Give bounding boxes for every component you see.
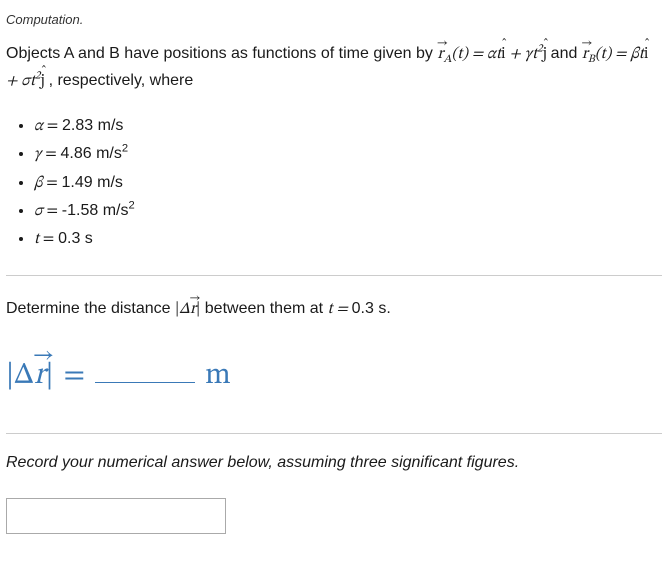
delta-r-abs: |Δr| bbox=[175, 301, 200, 317]
param-beta: β = 1.49 m/s bbox=[34, 169, 662, 197]
t-val: 0.3 s. bbox=[352, 300, 391, 317]
section-label: Computation. bbox=[6, 12, 662, 27]
answer-input[interactable] bbox=[6, 498, 226, 534]
eq-rA: rA(t) = αti + γt2j bbox=[437, 46, 550, 62]
instruction: Record your numerical answer below, assu… bbox=[6, 454, 662, 472]
answer-unit: m bbox=[205, 357, 231, 395]
text: between them at bbox=[205, 300, 328, 317]
parameter-list: α = 2.83 m/s γ = 4.86 m/s2 β = 1.49 m/s … bbox=[6, 112, 662, 253]
text: Determine the distance bbox=[6, 300, 175, 317]
question: Determine the distance |Δr| between them… bbox=[6, 296, 662, 323]
t-eq: t = bbox=[328, 301, 352, 317]
param-gamma: γ = 4.86 m/s2 bbox=[34, 140, 662, 168]
divider bbox=[6, 275, 662, 276]
text: Objects A and B have positions as functi… bbox=[6, 45, 437, 62]
answer-expression: |Δr| = m bbox=[6, 357, 662, 395]
text: and bbox=[551, 45, 582, 62]
param-alpha: α = 2.83 m/s bbox=[34, 112, 662, 140]
param-t: t = 0.3 s bbox=[34, 225, 662, 253]
problem-statement: Objects A and B have positions as functi… bbox=[6, 41, 662, 94]
param-sigma: σ = -1.58 m/s2 bbox=[34, 197, 662, 225]
answer-blank bbox=[95, 364, 195, 383]
text: , respectively, where bbox=[49, 72, 194, 89]
divider bbox=[6, 433, 662, 434]
